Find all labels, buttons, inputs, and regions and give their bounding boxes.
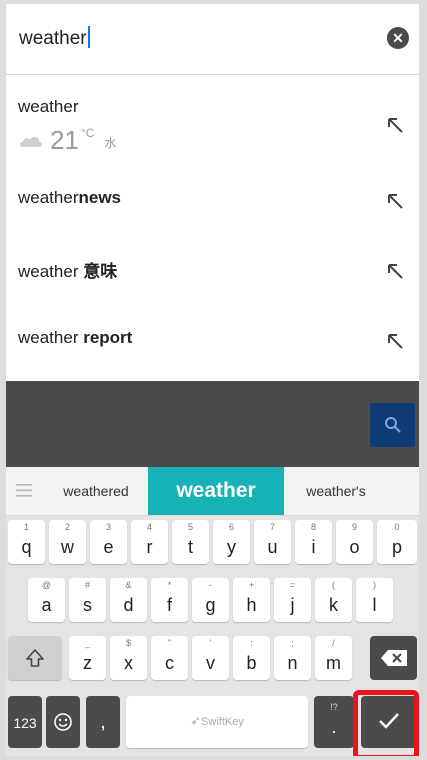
key-e[interactable]: 3e	[90, 520, 127, 564]
weekday: 水	[104, 136, 117, 150]
results-overlay	[6, 381, 419, 467]
backspace-icon	[381, 650, 407, 666]
key-i[interactable]: 8i	[295, 520, 332, 564]
prediction-bar: weathered weather weather's	[6, 467, 419, 516]
emoji-key[interactable]	[46, 696, 80, 748]
key-j[interactable]: = j	[274, 578, 311, 622]
app-frame: weather ✕ weather 21 °C 水 weathernews we…	[6, 4, 419, 756]
cloud-icon	[20, 136, 42, 147]
search-icon	[385, 417, 401, 433]
search-input[interactable]: weather	[19, 26, 90, 50]
key-v[interactable]: ' v	[192, 636, 229, 680]
key-m[interactable]: / m	[315, 636, 352, 680]
space-label: ➶SwiftKey	[190, 713, 244, 728]
temperature: 21	[50, 125, 79, 155]
clear-icon[interactable]: ✕	[387, 27, 409, 49]
key-p[interactable]: 0p	[377, 520, 417, 564]
suggestion-label: weathernews	[18, 188, 122, 207]
key-u[interactable]: 7u	[254, 520, 291, 564]
keyboard: 1q 2w 3e 4r 5t 6y 7u 8i 9o 0p @ a # s & d *…	[6, 516, 419, 756]
key-w[interactable]: 2w	[49, 520, 86, 564]
fill-query-arrow-icon[interactable]	[386, 192, 404, 210]
fill-query-arrow-icon[interactable]	[386, 116, 404, 134]
key-c[interactable]: " c	[151, 636, 188, 680]
key-o[interactable]: 9o	[336, 520, 373, 564]
temperature-unit: °C	[80, 126, 95, 140]
key-h[interactable]: + h	[233, 578, 270, 622]
shift-key[interactable]	[8, 636, 62, 680]
suggestion-list: weather 21 °C 水 weathernews weather 意味 w…	[6, 75, 419, 381]
key-d[interactable]: & d	[110, 578, 147, 622]
key-g[interactable]: -g	[192, 578, 229, 622]
key-q[interactable]: 1q	[8, 520, 45, 564]
suggestion-label: weather report	[18, 328, 133, 347]
space-key[interactable]: ➶SwiftKey	[126, 696, 308, 748]
suggestion-label: weather 意味	[18, 262, 118, 281]
prediction-right[interactable]: weather's	[286, 467, 386, 515]
key-s[interactable]: # s	[69, 578, 106, 622]
weather-info: 21 °C 水	[18, 125, 116, 153]
key-k[interactable]: (k	[315, 578, 352, 622]
suggestion-item[interactable]: weather report	[6, 305, 419, 375]
emoji-icon	[54, 713, 72, 731]
key-b[interactable]: :b	[233, 636, 270, 680]
period-key[interactable]: !?.	[314, 696, 354, 748]
swiftkey-arrow-icon: ➶	[190, 713, 202, 728]
search-query: weather	[19, 28, 87, 49]
key-f[interactable]: * f	[151, 578, 188, 622]
comma-key[interactable]: ,	[86, 696, 120, 748]
prediction-center[interactable]: weather	[148, 467, 284, 515]
fill-query-arrow-icon[interactable]	[386, 332, 404, 350]
prediction-left[interactable]: weathered	[46, 467, 146, 515]
text-cursor	[87, 26, 90, 48]
shift-icon	[26, 649, 44, 667]
suggestion-item[interactable]: weathernews	[6, 165, 419, 235]
key-n[interactable]: ; n	[274, 636, 311, 680]
key-z[interactable]: _ z	[69, 636, 106, 680]
key-x[interactable]: $ x	[110, 636, 147, 680]
key-y[interactable]: 6y	[213, 520, 250, 564]
numbers-key[interactable]: 123	[8, 696, 42, 748]
search-bar[interactable]: weather ✕	[6, 4, 419, 75]
key-t[interactable]: 5t	[172, 520, 209, 564]
fill-query-arrow-icon[interactable]	[386, 262, 404, 280]
menu-icon[interactable]	[16, 484, 32, 497]
suggestion-item[interactable]: weather 21 °C 水	[6, 75, 419, 165]
key-r[interactable]: 4r	[131, 520, 168, 564]
key-l[interactable]: ) l	[356, 578, 393, 622]
backspace-key[interactable]	[370, 636, 417, 680]
suggestion-item[interactable]: weather 意味	[6, 235, 419, 305]
suggestion-label: weather	[18, 97, 79, 116]
highlight-box	[353, 690, 419, 756]
search-button[interactable]	[370, 403, 415, 447]
key-a[interactable]: @ a	[28, 578, 65, 622]
